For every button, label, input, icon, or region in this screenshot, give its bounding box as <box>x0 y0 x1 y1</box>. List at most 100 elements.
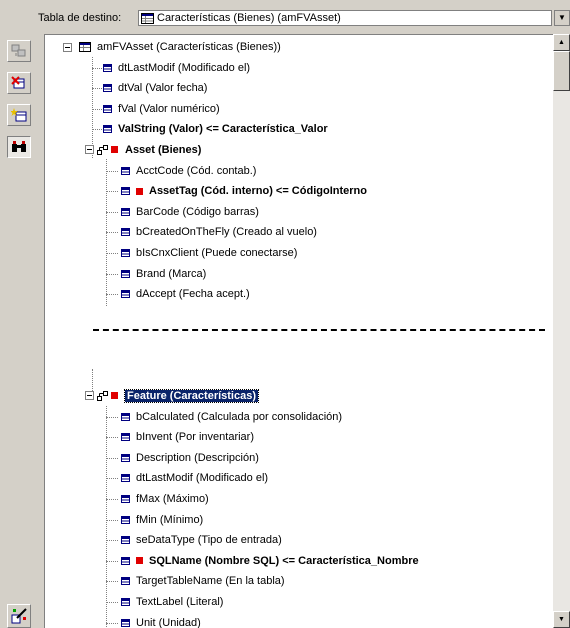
tree-item-label: fVal (Valor numérico) <box>118 102 220 115</box>
toolbar-button-wizard[interactable] <box>7 604 31 628</box>
key-marker-icon <box>136 557 143 565</box>
combo-dropdown-button[interactable]: ▼ <box>554 10 570 26</box>
toolbar-button-find[interactable] <box>7 136 31 158</box>
destination-table-label: Tabla de destino: <box>38 12 122 24</box>
tree-link-node[interactable]: Asset (Bienes) <box>97 141 201 159</box>
tree-connector <box>106 170 118 172</box>
tree-item-label: Unit (Unidad) <box>136 616 201 628</box>
add-field-icon <box>11 108 27 122</box>
tree-item-label: dtVal (Valor fecha) <box>118 82 208 95</box>
table-icon <box>79 42 91 52</box>
tree-connector <box>106 457 118 459</box>
tree-connector <box>106 602 118 603</box>
tree-root-node[interactable]: amFVAsset (Características (Bienes)) <box>79 38 281 56</box>
field-icon <box>121 207 130 216</box>
tree-connector <box>106 405 107 628</box>
toolbar-button-add[interactable] <box>7 104 31 126</box>
tree-item-label: bCalculated (Calculada por consolidación… <box>136 410 343 423</box>
field-icon <box>121 412 130 421</box>
tree-item-label: bInvent (Por inventariar) <box>136 431 254 444</box>
tree-field-item[interactable]: AcctCode (Cód. contab.) <box>121 162 256 180</box>
tree-connector <box>106 581 118 583</box>
tree-connector <box>106 416 118 418</box>
tree-connector <box>92 88 102 90</box>
tree-field-item[interactable]: Unit (Unidad) <box>121 614 201 628</box>
tree-field-item[interactable]: ValString (Valor) <= Característica_Valo… <box>103 120 328 138</box>
scroll-up-button[interactable]: ▲ <box>553 34 570 51</box>
scroll-down-button[interactable]: ▼ <box>553 611 570 628</box>
toolbar-button-copy[interactable] <box>7 40 31 62</box>
field-icon <box>121 515 130 524</box>
tree-item-label: dAccept (Fecha acept.) <box>136 288 250 301</box>
tree-connector <box>106 540 118 542</box>
tree-item-label: Brand (Marca) <box>136 267 207 280</box>
field-tree[interactable]: amFVAsset (Características (Bienes)) dtLa… <box>44 34 553 628</box>
field-icon <box>121 269 130 278</box>
tree-field-item[interactable]: seDataType (Tipo de entrada) <box>121 531 282 549</box>
tree-field-item[interactable]: BarCode (Código barras) <box>121 203 259 221</box>
tree-field-item[interactable]: AssetTag (Cód. interno) <= CódigoInterno <box>121 182 367 200</box>
tree-connector <box>92 57 93 158</box>
destination-table-bar: Tabla de destino: Características (Biene… <box>0 0 570 34</box>
field-icon <box>103 63 112 72</box>
collapse-toggle[interactable] <box>63 43 72 52</box>
wizard-icon <box>11 608 27 624</box>
binoculars-icon <box>12 141 26 152</box>
tree-field-item[interactable]: SQLName (Nombre SQL) <= Característica_N… <box>121 552 419 570</box>
field-icon <box>121 290 130 299</box>
tree-item-label: seDataType (Tipo de entrada) <box>136 534 282 547</box>
tree-item-label: Description (Descripción) <box>136 451 259 464</box>
tree-connector <box>106 519 118 521</box>
tree-field-item[interactable]: TargetTableName (En la tabla) <box>121 572 285 590</box>
tree-connector <box>106 560 118 562</box>
tree-item-label: bCreatedOnTheFly (Creado al vuelo) <box>136 226 317 239</box>
tree-connector <box>106 211 118 213</box>
field-icon <box>121 556 130 565</box>
tree-field-item[interactable]: bCalculated (Calculada por consolidación… <box>121 408 342 426</box>
tree-field-item[interactable]: bCreatedOnTheFly (Creado al vuelo) <box>121 223 317 241</box>
tree-connector <box>106 294 118 296</box>
tree-field-item[interactable]: Description (Descripción) <box>121 449 259 467</box>
tree-field-item[interactable]: dAccept (Fecha acept.) <box>121 285 250 303</box>
tree-item-label: Feature (Características) <box>123 389 260 403</box>
field-icon <box>121 598 130 606</box>
tree-connector <box>106 499 118 500</box>
tree-field-item[interactable]: dtLastModif (Modificado el) <box>121 469 268 487</box>
tree-field-item[interactable]: bInvent (Por inventariar) <box>121 428 254 446</box>
tree-field-item[interactable]: fMin (Mínimo) <box>121 511 203 529</box>
collapse-toggle[interactable] <box>85 391 94 400</box>
tree-connector <box>106 253 118 254</box>
field-icon <box>121 618 130 627</box>
tree-field-item[interactable]: Brand (Marca) <box>121 265 206 283</box>
destination-table-combo[interactable]: Características (Bienes) (amFVAsset) <box>138 10 552 26</box>
scroll-thumb[interactable] <box>553 51 570 91</box>
tree-connector <box>92 108 102 110</box>
tree-item-label: BarCode (Código barras) <box>136 205 259 218</box>
collapse-toggle[interactable] <box>85 145 94 154</box>
toolbar-button-delete[interactable] <box>7 72 31 94</box>
link-icon <box>97 391 118 401</box>
tree-link-node-selected[interactable]: Feature (Características) <box>97 387 260 405</box>
tree-connector <box>106 622 118 624</box>
tree-connector <box>92 67 102 69</box>
tree-item-label: AssetTag (Cód. interno) <= CódigoInterno <box>149 185 367 198</box>
tree-field-item[interactable]: dtVal (Valor fecha) <box>103 79 207 97</box>
field-icon <box>121 577 130 586</box>
tree-field-item[interactable]: fMax (Máximo) <box>121 490 209 508</box>
tree-item-label: amFVAsset (Características (Bienes)) <box>97 41 281 53</box>
tree-item-label: Asset (Bienes) <box>125 144 202 156</box>
tree-field-item[interactable]: dtLastModif (Modificado el) <box>103 59 250 77</box>
tree-field-item[interactable]: fVal (Valor numérico) <box>103 100 220 118</box>
tree-item-label: fMin (Mínimo) <box>136 513 204 526</box>
copy-fields-icon <box>11 44 26 57</box>
tree-field-item[interactable]: TextLabel (Literal) <box>121 593 223 611</box>
table-icon <box>141 12 154 24</box>
field-icon <box>121 249 130 257</box>
tree-item-label: dtLastModif (Modificado el) <box>118 61 251 74</box>
field-icon <box>121 228 130 237</box>
field-icon <box>121 453 130 462</box>
tree-field-item[interactable]: bIsCnxClient (Puede conectarse) <box>121 244 297 262</box>
tree-vertical-scrollbar[interactable]: ▲ ▼ <box>553 34 570 628</box>
field-icon <box>121 495 130 503</box>
tree-item-label: dtLastModif (Modificado el) <box>136 472 269 485</box>
